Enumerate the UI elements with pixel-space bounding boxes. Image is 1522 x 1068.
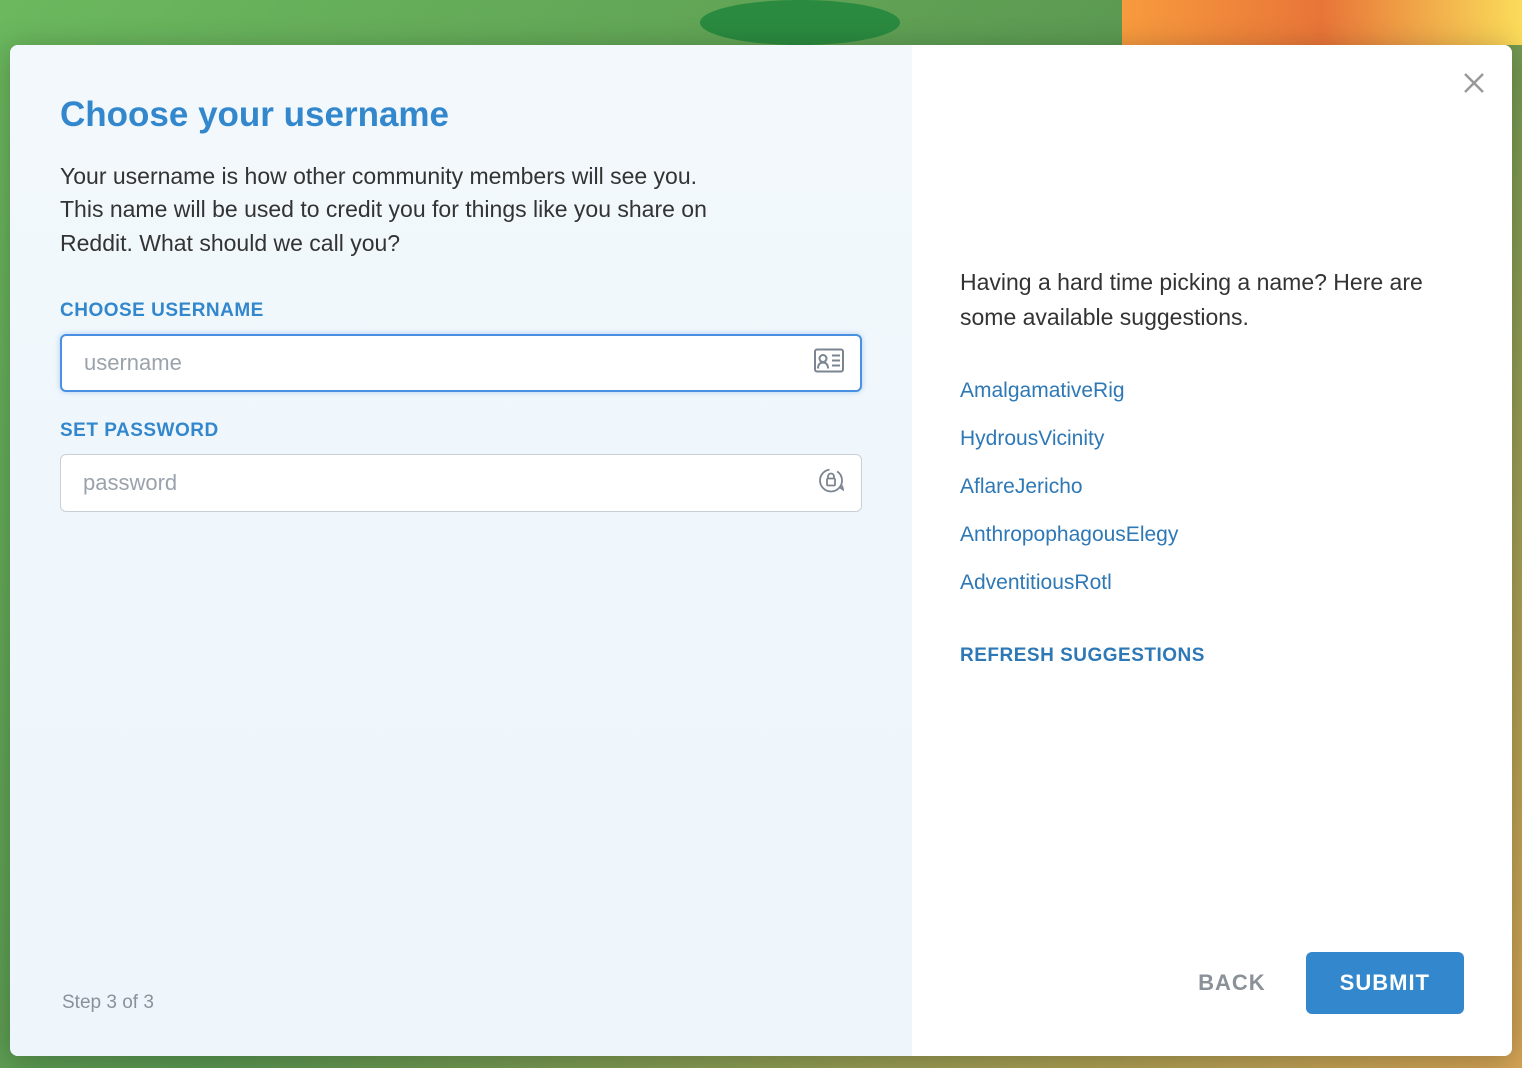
suggestion-list: AmalgamativeRig HydrousVicinity AflareJe…	[960, 379, 1464, 595]
suggestion-item[interactable]: AmalgamativeRig	[960, 379, 1464, 403]
contact-card-icon	[814, 349, 844, 378]
page-description: Your username is how other community mem…	[60, 160, 720, 260]
form-pane: Choose your username Your username is ho…	[10, 45, 912, 1056]
lock-refresh-icon	[818, 468, 844, 499]
password-input[interactable]	[60, 454, 862, 512]
page-title: Choose your username	[60, 95, 862, 135]
password-input-wrap	[60, 454, 862, 512]
password-field-group: SET PASSWORD	[60, 420, 862, 512]
username-input-wrap	[60, 334, 862, 392]
backdrop-shape	[700, 0, 900, 45]
close-button[interactable]	[1458, 67, 1490, 99]
suggestions-intro: Having a hard time picking a name? Here …	[960, 265, 1464, 334]
username-input[interactable]	[60, 334, 862, 392]
close-icon	[1463, 72, 1485, 94]
backdrop-shape	[1122, 0, 1522, 45]
suggestion-item[interactable]: HydrousVicinity	[960, 427, 1464, 451]
refresh-suggestions-button[interactable]: REFRESH SUGGESTIONS	[960, 645, 1464, 667]
suggestion-item[interactable]: AdventitiousRotl	[960, 571, 1464, 595]
back-button[interactable]: BACK	[1198, 970, 1266, 996]
suggestions-pane: Having a hard time picking a name? Here …	[912, 45, 1512, 1056]
footer-actions: BACK SUBMIT	[1198, 952, 1464, 1014]
submit-button[interactable]: SUBMIT	[1306, 952, 1464, 1014]
password-label: SET PASSWORD	[60, 420, 862, 442]
username-field-group: CHOOSE USERNAME	[60, 300, 862, 392]
suggestion-item[interactable]: AnthropophagousElegy	[960, 523, 1464, 547]
username-label: CHOOSE USERNAME	[60, 300, 862, 322]
step-indicator: Step 3 of 3	[62, 992, 154, 1014]
signup-modal: Choose your username Your username is ho…	[10, 45, 1512, 1056]
suggestion-item[interactable]: AflareJericho	[960, 475, 1464, 499]
